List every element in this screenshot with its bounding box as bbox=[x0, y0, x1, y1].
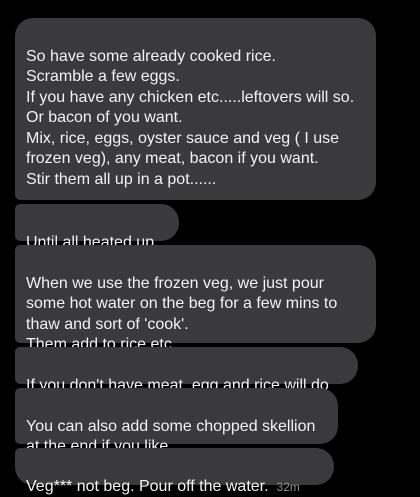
message-bubble[interactable]: Veg*** not beg. Pour off the water.32m bbox=[15, 448, 334, 485]
message-bubble[interactable]: So have some already cooked rice. Scramb… bbox=[15, 18, 376, 200]
message-thread: So have some already cooked rice. Scramb… bbox=[0, 0, 420, 493]
message-text: So have some already cooked rice. Scramb… bbox=[26, 48, 354, 188]
message-bubble[interactable]: Until all heated up. bbox=[15, 204, 179, 241]
message-text: Veg*** not beg. Pour off the water. bbox=[26, 478, 269, 495]
message-text: When we use the frozen veg, we just pour… bbox=[26, 275, 337, 354]
message-bubble[interactable]: You can also add some chopped skellion a… bbox=[15, 388, 338, 444]
message-bubble[interactable]: If you don't have meat, egg and rice wil… bbox=[15, 347, 358, 384]
message-timestamp: 32m bbox=[277, 477, 300, 497]
message-bubble[interactable]: When we use the frozen veg, we just pour… bbox=[15, 245, 376, 343]
